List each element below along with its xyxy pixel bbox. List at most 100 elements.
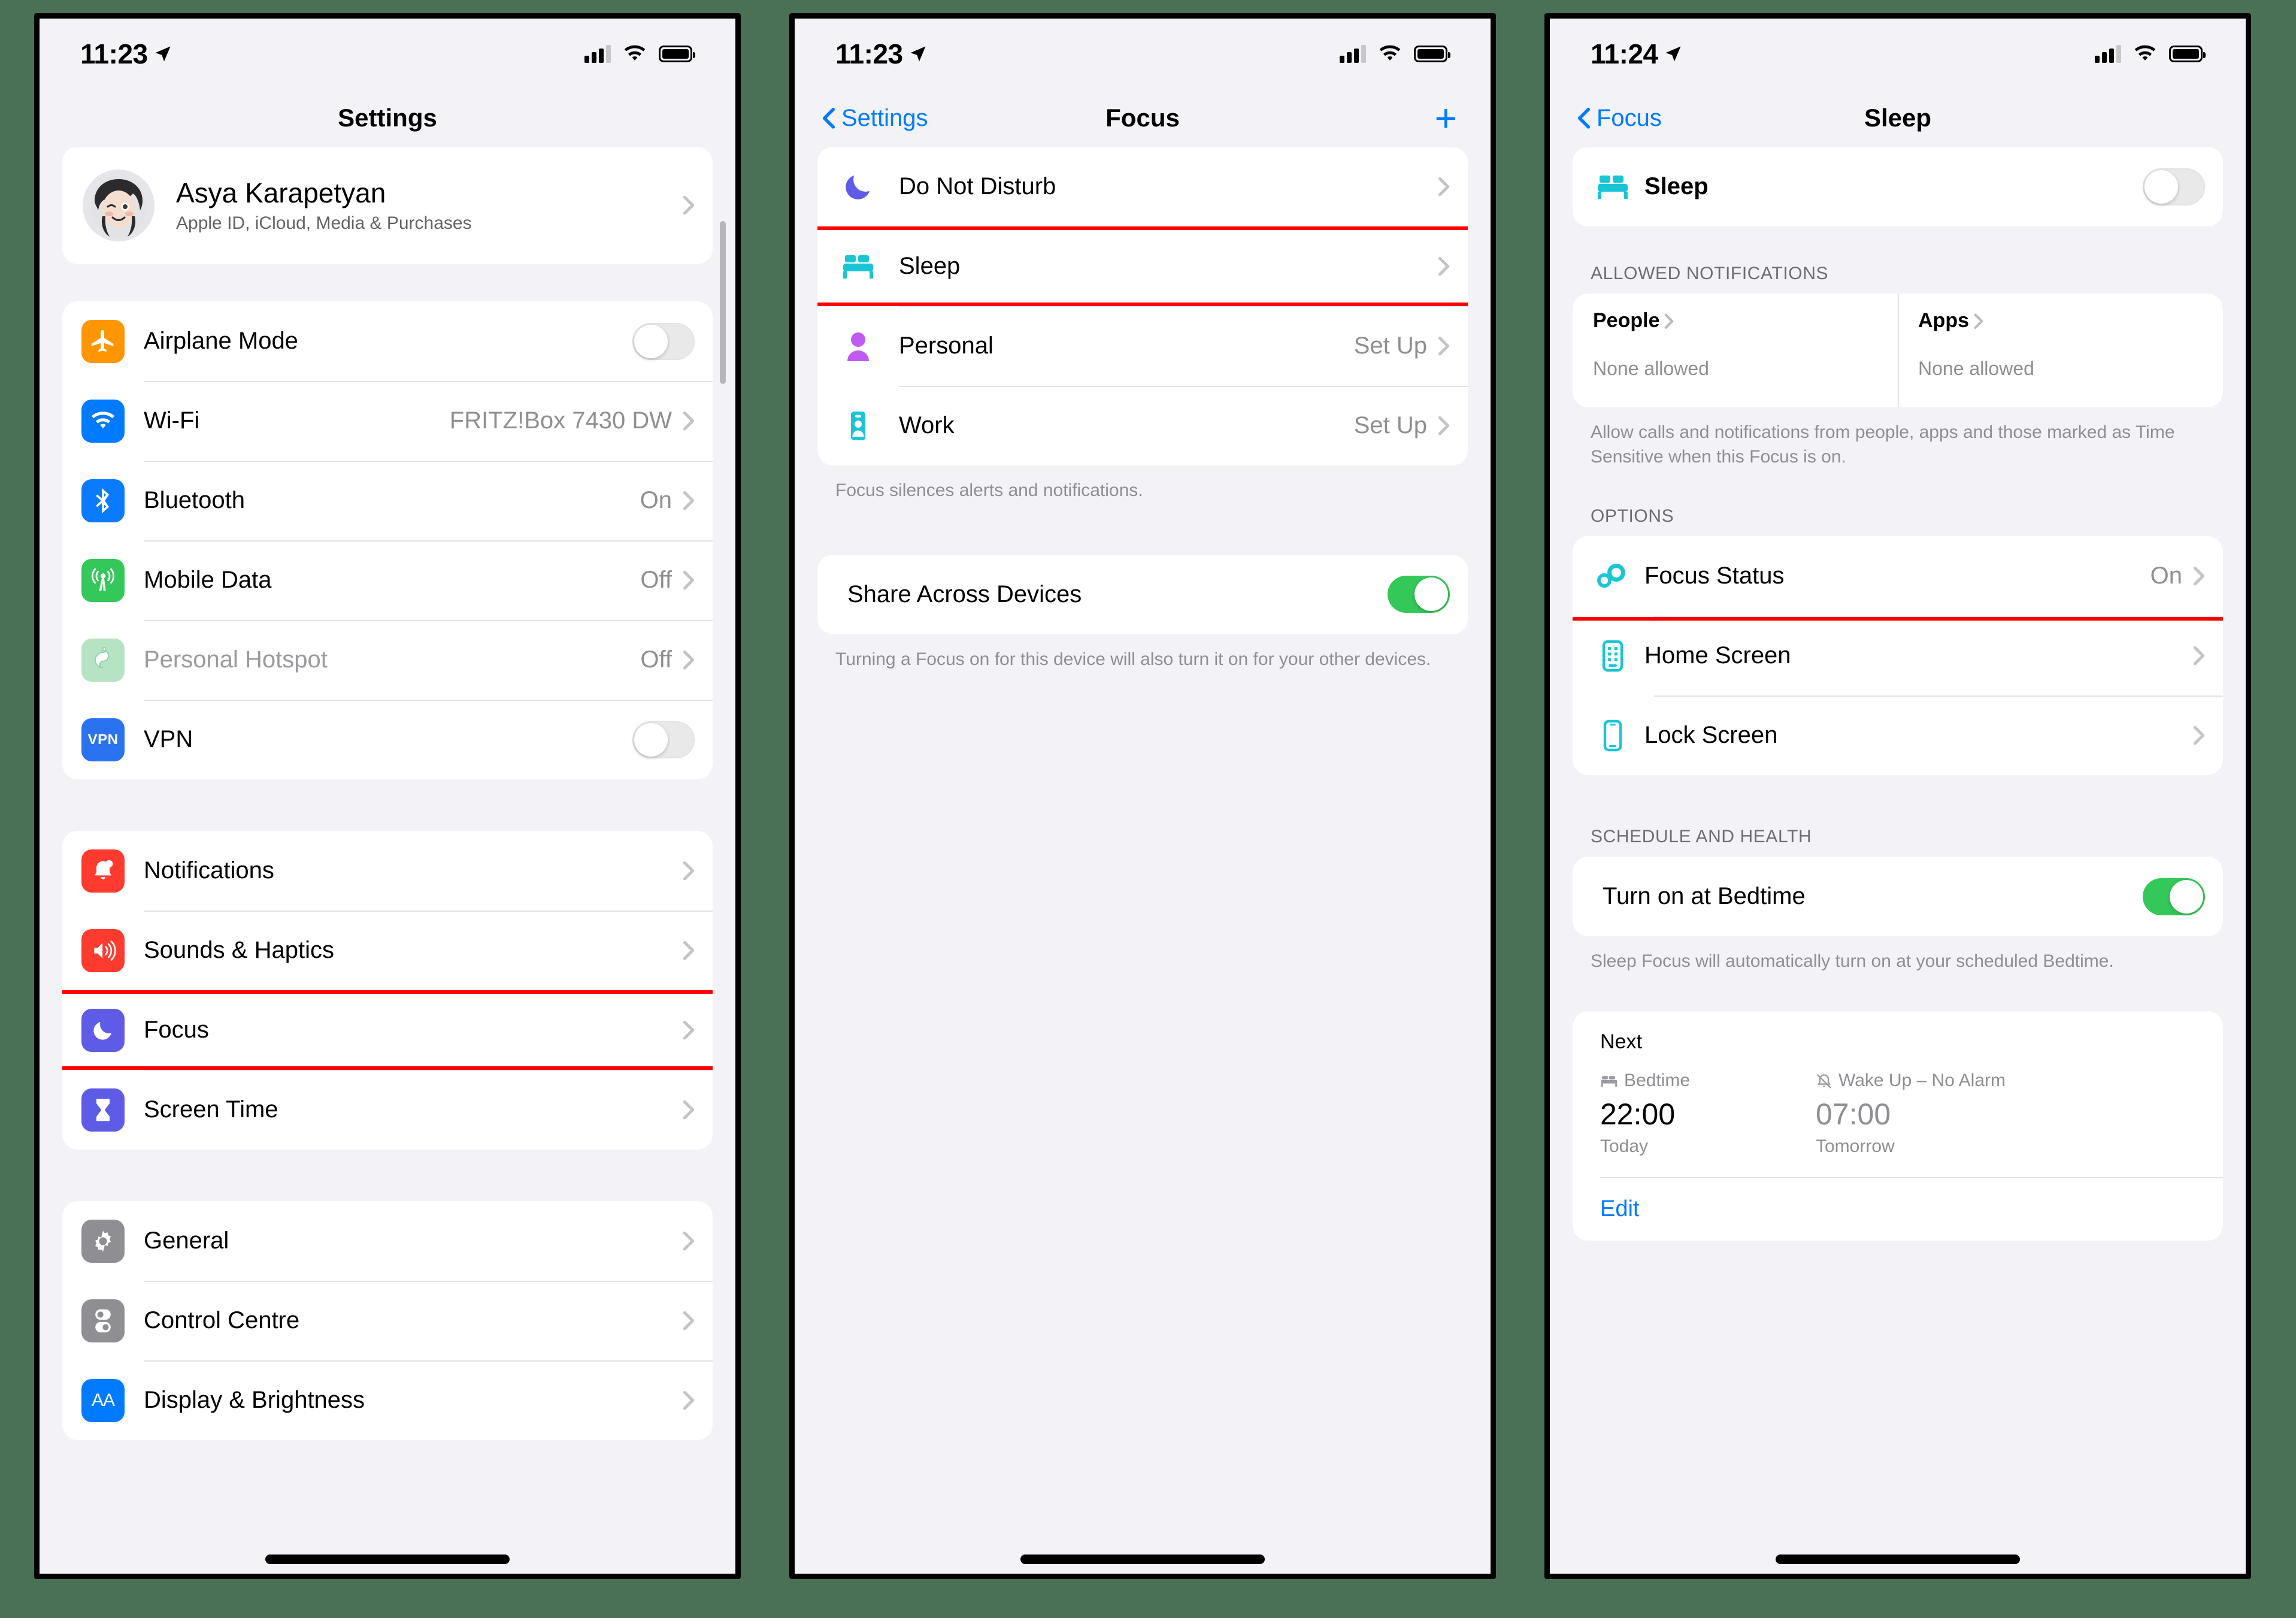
chevron-right-icon bbox=[2193, 566, 2205, 586]
chevron-right-icon bbox=[2193, 646, 2205, 666]
status-bar: 11:23 bbox=[795, 19, 1491, 89]
sidebar-item-airplane-mode[interactable]: Airplane Mode bbox=[62, 301, 713, 381]
turn-on-at-bedtime-toggle[interactable] bbox=[2143, 878, 2205, 915]
chevron-right-icon bbox=[2193, 725, 2205, 746]
share-across-devices-row[interactable]: Share Across Devices bbox=[817, 555, 1468, 634]
allowed-notifications-columns: People None allowed Apps None allowed bbox=[1573, 294, 2223, 407]
status-bar-indicators bbox=[584, 45, 695, 63]
chevron-left-icon bbox=[822, 107, 835, 129]
status-bar-time-group: 11:23 bbox=[80, 38, 172, 70]
wakeup-block: Wake Up – No Alarm 07:00 Tomorrow bbox=[1816, 1070, 2031, 1157]
chevron-left-icon bbox=[1577, 107, 1591, 129]
wifi-icon bbox=[1378, 45, 1402, 63]
display-brightness-icon: AA bbox=[81, 1378, 125, 1422]
sleep-focus-toggle[interactable] bbox=[2143, 168, 2205, 205]
vpn-toggle[interactable] bbox=[632, 721, 695, 758]
sidebar-item-display-brightness[interactable]: AA Display & Brightness bbox=[62, 1360, 713, 1440]
status-bar-time-group: 11:23 bbox=[835, 38, 927, 70]
bedtime-time: 22:00 bbox=[1600, 1097, 1676, 1131]
phone-screen-sleep: 11:24 Focus Sleep Sleep ALLOWED NOTIFICA… bbox=[1544, 13, 2251, 1579]
allowed-apps-column[interactable]: Apps None allowed bbox=[1898, 294, 2223, 407]
sidebar-item-mobile-data[interactable]: Mobile Data Off bbox=[62, 540, 713, 620]
chevron-right-icon bbox=[1438, 177, 1450, 197]
sidebar-item-general[interactable]: General bbox=[62, 1201, 713, 1281]
edit-row[interactable]: Edit bbox=[1573, 1178, 2223, 1241]
system-group: General Control Centre AA Display & Brig… bbox=[62, 1201, 713, 1440]
work-status-value: Set Up bbox=[1353, 412, 1427, 438]
apple-id-text: Asya Karapetyan Apple ID, iCloud, Media … bbox=[176, 177, 683, 234]
options-header: OPTIONS bbox=[1591, 506, 1674, 526]
focus-item-personal[interactable]: Personal Set Up bbox=[817, 306, 1468, 386]
bedtime-label-group: Bedtime bbox=[1600, 1070, 1816, 1091]
focus-item-work[interactable]: Work Set Up bbox=[817, 386, 1468, 465]
focus-item-do-not-disturb[interactable]: Do Not Disturb bbox=[817, 147, 1468, 226]
share-across-devices-toggle[interactable] bbox=[1388, 576, 1450, 613]
back-button-settings[interactable]: Settings bbox=[822, 105, 928, 132]
sleep-toggle-group: Sleep bbox=[1573, 147, 2223, 226]
nav-bar: Settings Focus + bbox=[795, 89, 1491, 147]
options-group: Focus Status On Home Screen Lock Screen bbox=[1573, 536, 2223, 775]
sidebar-item-vpn[interactable]: VPN VPN bbox=[62, 700, 713, 779]
chevron-right-icon bbox=[683, 491, 695, 511]
row-label: General bbox=[144, 1227, 229, 1254]
briefcase-icon bbox=[837, 404, 880, 447]
add-focus-button[interactable]: + bbox=[1435, 99, 1457, 137]
wakeup-day: Tomorrow bbox=[1816, 1136, 1895, 1156]
turn-on-at-bedtime-row[interactable]: Turn on at Bedtime bbox=[1573, 857, 2223, 936]
allowed-notifications-header: ALLOWED NOTIFICATIONS bbox=[1591, 264, 1829, 283]
battery-icon bbox=[659, 46, 695, 62]
back-button-focus[interactable]: Focus bbox=[1577, 105, 1662, 132]
schedule-health-header: SCHEDULE AND HEALTH bbox=[1591, 827, 1812, 846]
vpn-icon: VPN bbox=[81, 718, 125, 761]
sidebar-item-wifi[interactable]: Wi-Fi FRITZ!Box 7430 DW bbox=[62, 381, 713, 461]
next-label: Next bbox=[1600, 1030, 1642, 1053]
airplane-mode-toggle[interactable] bbox=[632, 322, 695, 360]
sidebar-item-sounds-haptics[interactable]: Sounds & Haptics bbox=[62, 911, 713, 990]
option-item-lock-screen[interactable]: Lock Screen bbox=[1573, 695, 2223, 775]
screenshot-stage: 11:23 Settings Asya Karapetyan Apple ID,… bbox=[0, 0, 2296, 1618]
apple-id-row[interactable]: Asya Karapetyan Apple ID, iCloud, Media … bbox=[62, 147, 713, 264]
scrollbar[interactable] bbox=[720, 221, 726, 384]
wifi-icon bbox=[2133, 45, 2157, 63]
option-item-focus-status[interactable]: Focus Status On bbox=[1573, 536, 2223, 616]
battery-icon bbox=[1414, 46, 1450, 62]
phone-screen-settings: 11:23 Settings Asya Karapetyan Apple ID,… bbox=[34, 13, 741, 1579]
sidebar-item-control-centre[interactable]: Control Centre bbox=[62, 1281, 713, 1360]
allowed-notifications-footer: Allow calls and notifications from peopl… bbox=[1591, 422, 2175, 467]
hourglass-icon bbox=[81, 1088, 125, 1132]
edit-button[interactable]: Edit bbox=[1600, 1196, 1639, 1222]
chevron-right-icon bbox=[683, 1020, 695, 1041]
chevron-right-icon bbox=[683, 1100, 695, 1120]
sleep-toggle-row[interactable]: Sleep bbox=[1573, 147, 2223, 226]
settings-scroll-area[interactable]: Asya Karapetyan Apple ID, iCloud, Media … bbox=[40, 147, 735, 1574]
row-label: Do Not Disturb bbox=[899, 173, 1056, 199]
row-label: Notifications bbox=[144, 857, 274, 884]
sidebar-item-bluetooth[interactable]: Bluetooth On bbox=[62, 461, 713, 540]
chevron-right-icon bbox=[1438, 336, 1450, 356]
sidebar-item-personal-hotspot[interactable]: Personal Hotspot Off bbox=[62, 620, 713, 700]
focus-item-sleep[interactable]: Sleep bbox=[817, 226, 1468, 306]
bed-icon bbox=[1600, 1073, 1618, 1088]
chevron-right-icon bbox=[683, 861, 695, 881]
focus-scroll-area[interactable]: Do Not Disturb Sleep Personal Set Up Wor… bbox=[795, 147, 1491, 1574]
home-indicator bbox=[265, 1555, 510, 1564]
wakeup-label: Wake Up – No Alarm bbox=[1838, 1070, 2006, 1090]
status-time: 11:23 bbox=[835, 38, 903, 69]
sidebar-item-focus[interactable]: Focus bbox=[62, 990, 713, 1070]
connectivity-group: Airplane Mode Wi-Fi FRITZ!Box 7430 DW Bl… bbox=[62, 301, 713, 779]
sidebar-item-notifications[interactable]: Notifications bbox=[62, 831, 713, 911]
wakeup-label-group: Wake Up – No Alarm bbox=[1816, 1070, 2031, 1091]
cellular-signal-icon bbox=[2095, 45, 2121, 63]
wifi-icon bbox=[81, 399, 125, 443]
row-label: VPN bbox=[144, 726, 193, 752]
sidebar-item-screen-time[interactable]: Screen Time bbox=[62, 1070, 713, 1150]
option-item-home-screen[interactable]: Home Screen bbox=[1573, 616, 2223, 695]
bell-icon bbox=[81, 849, 125, 893]
status-time: 11:23 bbox=[80, 38, 148, 69]
apple-id-card[interactable]: Asya Karapetyan Apple ID, iCloud, Media … bbox=[62, 147, 713, 264]
bed-icon bbox=[837, 245, 880, 288]
row-label: Focus Status bbox=[1644, 562, 1785, 589]
row-label: Focus bbox=[144, 1017, 209, 1043]
allowed-people-column[interactable]: People None allowed bbox=[1573, 294, 1898, 407]
sleep-scroll-area[interactable]: Sleep ALLOWED NOTIFICATIONS People None … bbox=[1550, 147, 2246, 1574]
